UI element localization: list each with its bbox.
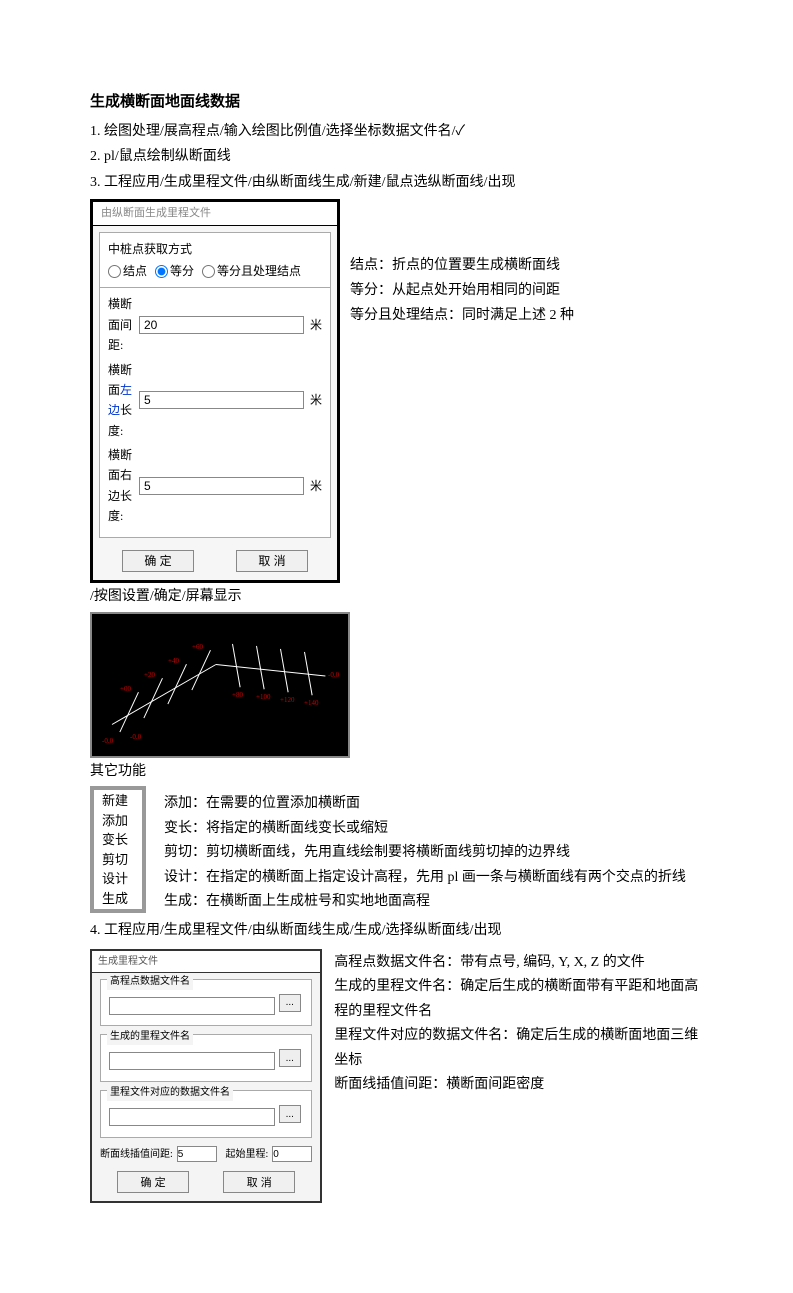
dialog2-side-notes: 高程点数据文件名：带有点号, 编码, Y, X, Z 的文件 生成的里程文件名：…	[334, 949, 703, 1098]
note-equal: 等分：从起点处开始用相同的间距	[350, 278, 574, 303]
cad-screenshot: +00 +20 +40 +60 +80 +100 +120 +140 -0.0 …	[90, 612, 350, 758]
label-start-mileage: 起始里程:	[225, 1146, 268, 1163]
desc-gen: 生成：在横断面上生成桩号和实地地面高程	[164, 890, 686, 915]
unit-m-1: 米	[310, 315, 322, 335]
side-l1: 高程点数据文件名：带有点号, 编码, Y, X, Z 的文件	[334, 951, 703, 976]
label-interp: 断面线插值间距:	[100, 1146, 173, 1163]
note-equal-node: 等分且处理结点：同时满足上述 2 种	[350, 303, 574, 328]
cancel-button-2[interactable]: 取 消	[223, 1171, 295, 1193]
dialog-section-config: 由纵断面生成里程文件 中桩点获取方式 结点 等分 等分且处理结点 横断面	[90, 199, 340, 583]
input-spacing[interactable]	[139, 316, 304, 334]
menu-item-new[interactable]: 新建	[102, 791, 142, 811]
unit-m-3: 米	[310, 476, 322, 496]
input-mileage-file[interactable]	[109, 1052, 275, 1070]
dialog-generate-mileage: 生成里程文件 高程点数据文件名 ... 生成的里程文件名 ... 里程文件对应的…	[90, 949, 322, 1203]
radio-node[interactable]: 结点	[108, 261, 147, 281]
legend-method: 中桩点获取方式	[108, 239, 322, 261]
menu-item-trim[interactable]: 剪切	[102, 850, 142, 870]
legend-elev-file: 高程点数据文件名	[107, 973, 193, 990]
step-3: 3. 工程应用/生成里程文件/由纵断面线生成/新建/鼠点选纵断面线/出现	[90, 171, 703, 195]
input-right-len[interactable]	[139, 477, 304, 495]
menu-descriptions: 添加：在需要的位置添加横断面 变长：将指定的横断面线变长或缩短 剪切：剪切横断面…	[164, 786, 686, 915]
desc-design: 设计：在指定的横断面上指定设计高程，先用 pl 画一条与横断面线有两个交点的折线	[164, 866, 686, 891]
side-l2: 生成的里程文件名：确定后生成的横断面带有平距和地面高程的里程文件名	[334, 975, 703, 1024]
radio-node-input[interactable]	[108, 265, 121, 278]
desc-extend: 变长：将指定的横断面线变长或缩短	[164, 817, 686, 842]
desc-add: 添加：在需要的位置添加横断面	[164, 792, 686, 817]
menu-item-gen[interactable]: 生成	[102, 889, 142, 909]
menu-item-extend[interactable]: 变长	[102, 830, 142, 850]
ok-button-2[interactable]: 确 定	[117, 1171, 189, 1193]
step-4: 4. 工程应用/生成里程文件/由纵断面线生成/生成/选择纵断面线/出现	[90, 919, 703, 943]
ok-button[interactable]: 确 定	[122, 550, 194, 572]
browse-data-file[interactable]: ...	[279, 1105, 301, 1123]
legend-mileage-file: 生成的里程文件名	[107, 1028, 193, 1045]
context-menu: 新建 添加 变长 剪切 设计 生成	[90, 786, 146, 913]
note-node: 结点：折点的位置要生成横断面线	[350, 253, 574, 278]
legend-data-file: 里程文件对应的数据文件名	[107, 1084, 233, 1101]
dialog1-side-notes: 结点：折点的位置要生成横断面线 等分：从起点处开始用相同的间距 等分且处理结点：…	[350, 199, 574, 329]
radio-equal-node-label: 等分且处理结点	[217, 261, 301, 281]
input-interp[interactable]	[177, 1146, 217, 1162]
page-title: 生成横断面地面线数据	[90, 90, 703, 116]
step-1: 1. 绘图处理/展高程点/输入绘图比例值/选择坐标数据文件名/✓	[90, 120, 703, 144]
step-3b: /按图设置/确定/屏幕显示	[90, 585, 703, 609]
other-functions-heading: 其它功能	[90, 760, 703, 784]
desc-trim: 剪切：剪切横断面线，先用直线绘制要将横断面线剪切掉的边界线	[164, 841, 686, 866]
label-spacing: 横断面间距:	[108, 294, 139, 355]
step-2: 2. pl/鼠点绘制纵断面线	[90, 145, 703, 169]
input-data-file[interactable]	[109, 1108, 275, 1126]
browse-mileage-file[interactable]: ...	[279, 1049, 301, 1067]
label-right-len: 横断面右边长度:	[108, 445, 139, 527]
radio-node-label: 结点	[123, 261, 147, 281]
menu-item-design[interactable]: 设计	[102, 869, 142, 889]
label-left-len: 横断面左边长度:	[108, 360, 139, 442]
side-l4: 断面线插值间距：横断面间距密度	[334, 1073, 703, 1098]
dialog2-title: 生成里程文件	[92, 951, 320, 973]
blue-left: 左边	[108, 383, 132, 417]
radio-equal[interactable]: 等分	[155, 261, 194, 281]
radio-equal-input[interactable]	[155, 265, 168, 278]
side-l3: 里程文件对应的数据文件名：确定后生成的横断面地面三维坐标	[334, 1024, 703, 1073]
radio-equal-node-input[interactable]	[202, 265, 215, 278]
radio-equal-label: 等分	[170, 261, 194, 281]
menu-item-add[interactable]: 添加	[102, 811, 142, 831]
input-elev-file[interactable]	[109, 997, 275, 1015]
input-left-len[interactable]	[139, 391, 304, 409]
radio-equal-node[interactable]: 等分且处理结点	[202, 261, 301, 281]
input-start-mileage[interactable]	[272, 1146, 312, 1162]
unit-m-2: 米	[310, 390, 322, 410]
cancel-button[interactable]: 取 消	[236, 550, 308, 572]
browse-elev-file[interactable]: ...	[279, 994, 301, 1012]
dialog1-title: 由纵断面生成里程文件	[93, 202, 337, 226]
